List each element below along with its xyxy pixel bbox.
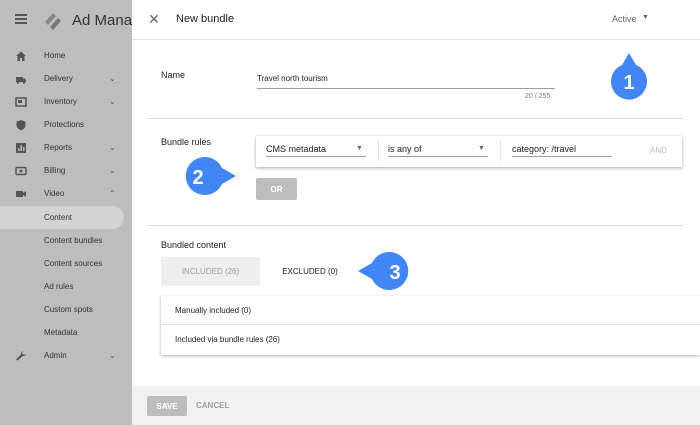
nav-item-protections[interactable]: Protections — [0, 113, 132, 136]
list-item-included-via-rules[interactable]: Included via bundle rules (26) — [175, 335, 280, 344]
nav-subitem-label: Custom spots — [44, 305, 93, 314]
nav-subitem-content[interactable]: Content — [0, 206, 124, 229]
section-divider — [147, 118, 684, 119]
page-title: New bundle — [176, 13, 235, 25]
delivery-icon — [15, 73, 27, 85]
brand-title: Ad Manag — [72, 12, 141, 29]
list-divider — [161, 324, 700, 325]
save-button[interactable]: SAVE — [147, 396, 187, 416]
nav-subitem-label: Content sources — [44, 259, 103, 268]
name-label: Name — [161, 70, 186, 80]
panel-footer: SAVE CANCEL — [132, 386, 700, 425]
panel-header: ✕ New bundle Active ▼ — [132, 0, 700, 40]
cancel-button[interactable]: CANCEL — [196, 401, 229, 410]
nav-item-reports[interactable]: Reports ⌄ — [0, 136, 132, 159]
nav-subitem-label: Metadata — [44, 328, 78, 337]
nav-item-label: Delivery — [44, 74, 73, 83]
rule-field-select[interactable]: CMS metadata — [266, 144, 326, 154]
nav-item-label: Reports — [44, 143, 73, 152]
nav-header: Ad Manag — [0, 0, 140, 40]
name-char-counter: 20 / 255 — [525, 93, 551, 100]
inventory-icon — [15, 96, 27, 108]
close-icon[interactable]: ✕ — [147, 12, 161, 26]
nav-item-home[interactable]: Home — [0, 44, 132, 67]
tab-excluded[interactable]: EXCLUDED (0) — [272, 257, 348, 286]
nav-item-delivery[interactable]: Delivery ⌄ — [0, 67, 132, 90]
caret-down-icon[interactable]: ▼ — [642, 14, 649, 21]
caret-down-icon[interactable]: ▼ — [478, 145, 485, 152]
nav-item-inventory[interactable]: Inventory ⌄ — [0, 90, 132, 113]
rule-operator-select[interactable]: is any of — [388, 144, 422, 154]
nav-subitem-label: Content — [44, 213, 73, 222]
rule-value-underline — [512, 156, 612, 157]
nav-item-label: Billing — [44, 166, 66, 175]
nav-subitem-label: Ad rules — [44, 282, 74, 291]
nav-item-label: Admin — [44, 351, 67, 360]
side-nav: Ad Manag Home Delivery ⌄ Inventory ⌄ Pro… — [0, 0, 140, 425]
or-button[interactable]: OR — [256, 178, 297, 200]
nav-item-admin[interactable]: Admin ⌄ — [0, 344, 132, 367]
chevron-down-icon: ⌄ — [109, 97, 116, 106]
section-divider — [147, 225, 684, 226]
wrench-icon — [15, 350, 27, 362]
chevron-down-icon: ⌄ — [109, 74, 116, 83]
callout-number: 1 — [623, 72, 634, 94]
content-list: Manually included (0) Included via bundl… — [161, 296, 700, 355]
ad-manager-logo — [45, 13, 61, 30]
callout-marker-2: 2 — [176, 155, 236, 197]
nav-item-label: Video — [44, 189, 65, 198]
caret-down-icon[interactable]: ▼ — [356, 145, 363, 152]
chevron-down-icon: ⌄ — [109, 166, 116, 175]
nav-item-label: Inventory — [44, 97, 77, 106]
rule-field-underline — [266, 156, 366, 157]
status-dropdown[interactable]: Active — [612, 14, 637, 24]
name-input[interactable]: Travel north tourism — [257, 74, 328, 83]
callout-number: 3 — [389, 262, 400, 284]
reports-icon — [15, 142, 27, 154]
shield-icon — [15, 119, 27, 131]
callout-marker-1: 1 — [608, 53, 652, 101]
nav-subitem-content-sources[interactable]: Content sources — [0, 252, 132, 275]
nav-item-label: Protections — [44, 120, 85, 129]
rule-value-input[interactable]: category: /travel — [512, 144, 576, 154]
rule-separator — [500, 141, 501, 161]
callout-marker-3: 3 — [358, 250, 416, 292]
chevron-up-icon: ⌃ — [109, 189, 116, 198]
rule-operator-underline — [388, 156, 488, 157]
name-input-underline — [257, 88, 555, 89]
home-icon — [15, 50, 27, 62]
bundled-content-label: Bundled content — [161, 240, 227, 250]
rule-row: CMS metadata ▼ is any of ▼ category: /tr… — [256, 136, 682, 167]
chevron-down-icon: ⌄ — [109, 351, 116, 360]
nav-subitem-metadata[interactable]: Metadata — [0, 321, 132, 344]
rule-separator — [378, 141, 379, 161]
bundle-rules-label: Bundle rules — [161, 137, 212, 147]
billing-icon — [15, 165, 27, 177]
nav-subitem-label: Content bundles — [44, 236, 103, 245]
video-icon — [15, 188, 27, 200]
tab-included[interactable]: INCLUDED (26) — [161, 257, 260, 286]
chevron-down-icon: ⌄ — [109, 143, 116, 152]
callout-number: 2 — [192, 167, 203, 189]
and-button[interactable]: AND — [650, 146, 667, 155]
nav-subitem-content-bundles[interactable]: Content bundles — [0, 229, 132, 252]
nav-item-video[interactable]: Video ⌃ — [0, 182, 132, 205]
nav-subitem-custom-spots[interactable]: Custom spots — [0, 298, 132, 321]
list-item-manually-included[interactable]: Manually included (0) — [175, 306, 251, 315]
nav-item-label: Home — [44, 51, 66, 60]
nav-item-billing[interactable]: Billing ⌄ — [0, 159, 132, 182]
nav-subitem-ad-rules[interactable]: Ad rules — [0, 275, 132, 298]
menu-icon[interactable] — [15, 14, 27, 24]
